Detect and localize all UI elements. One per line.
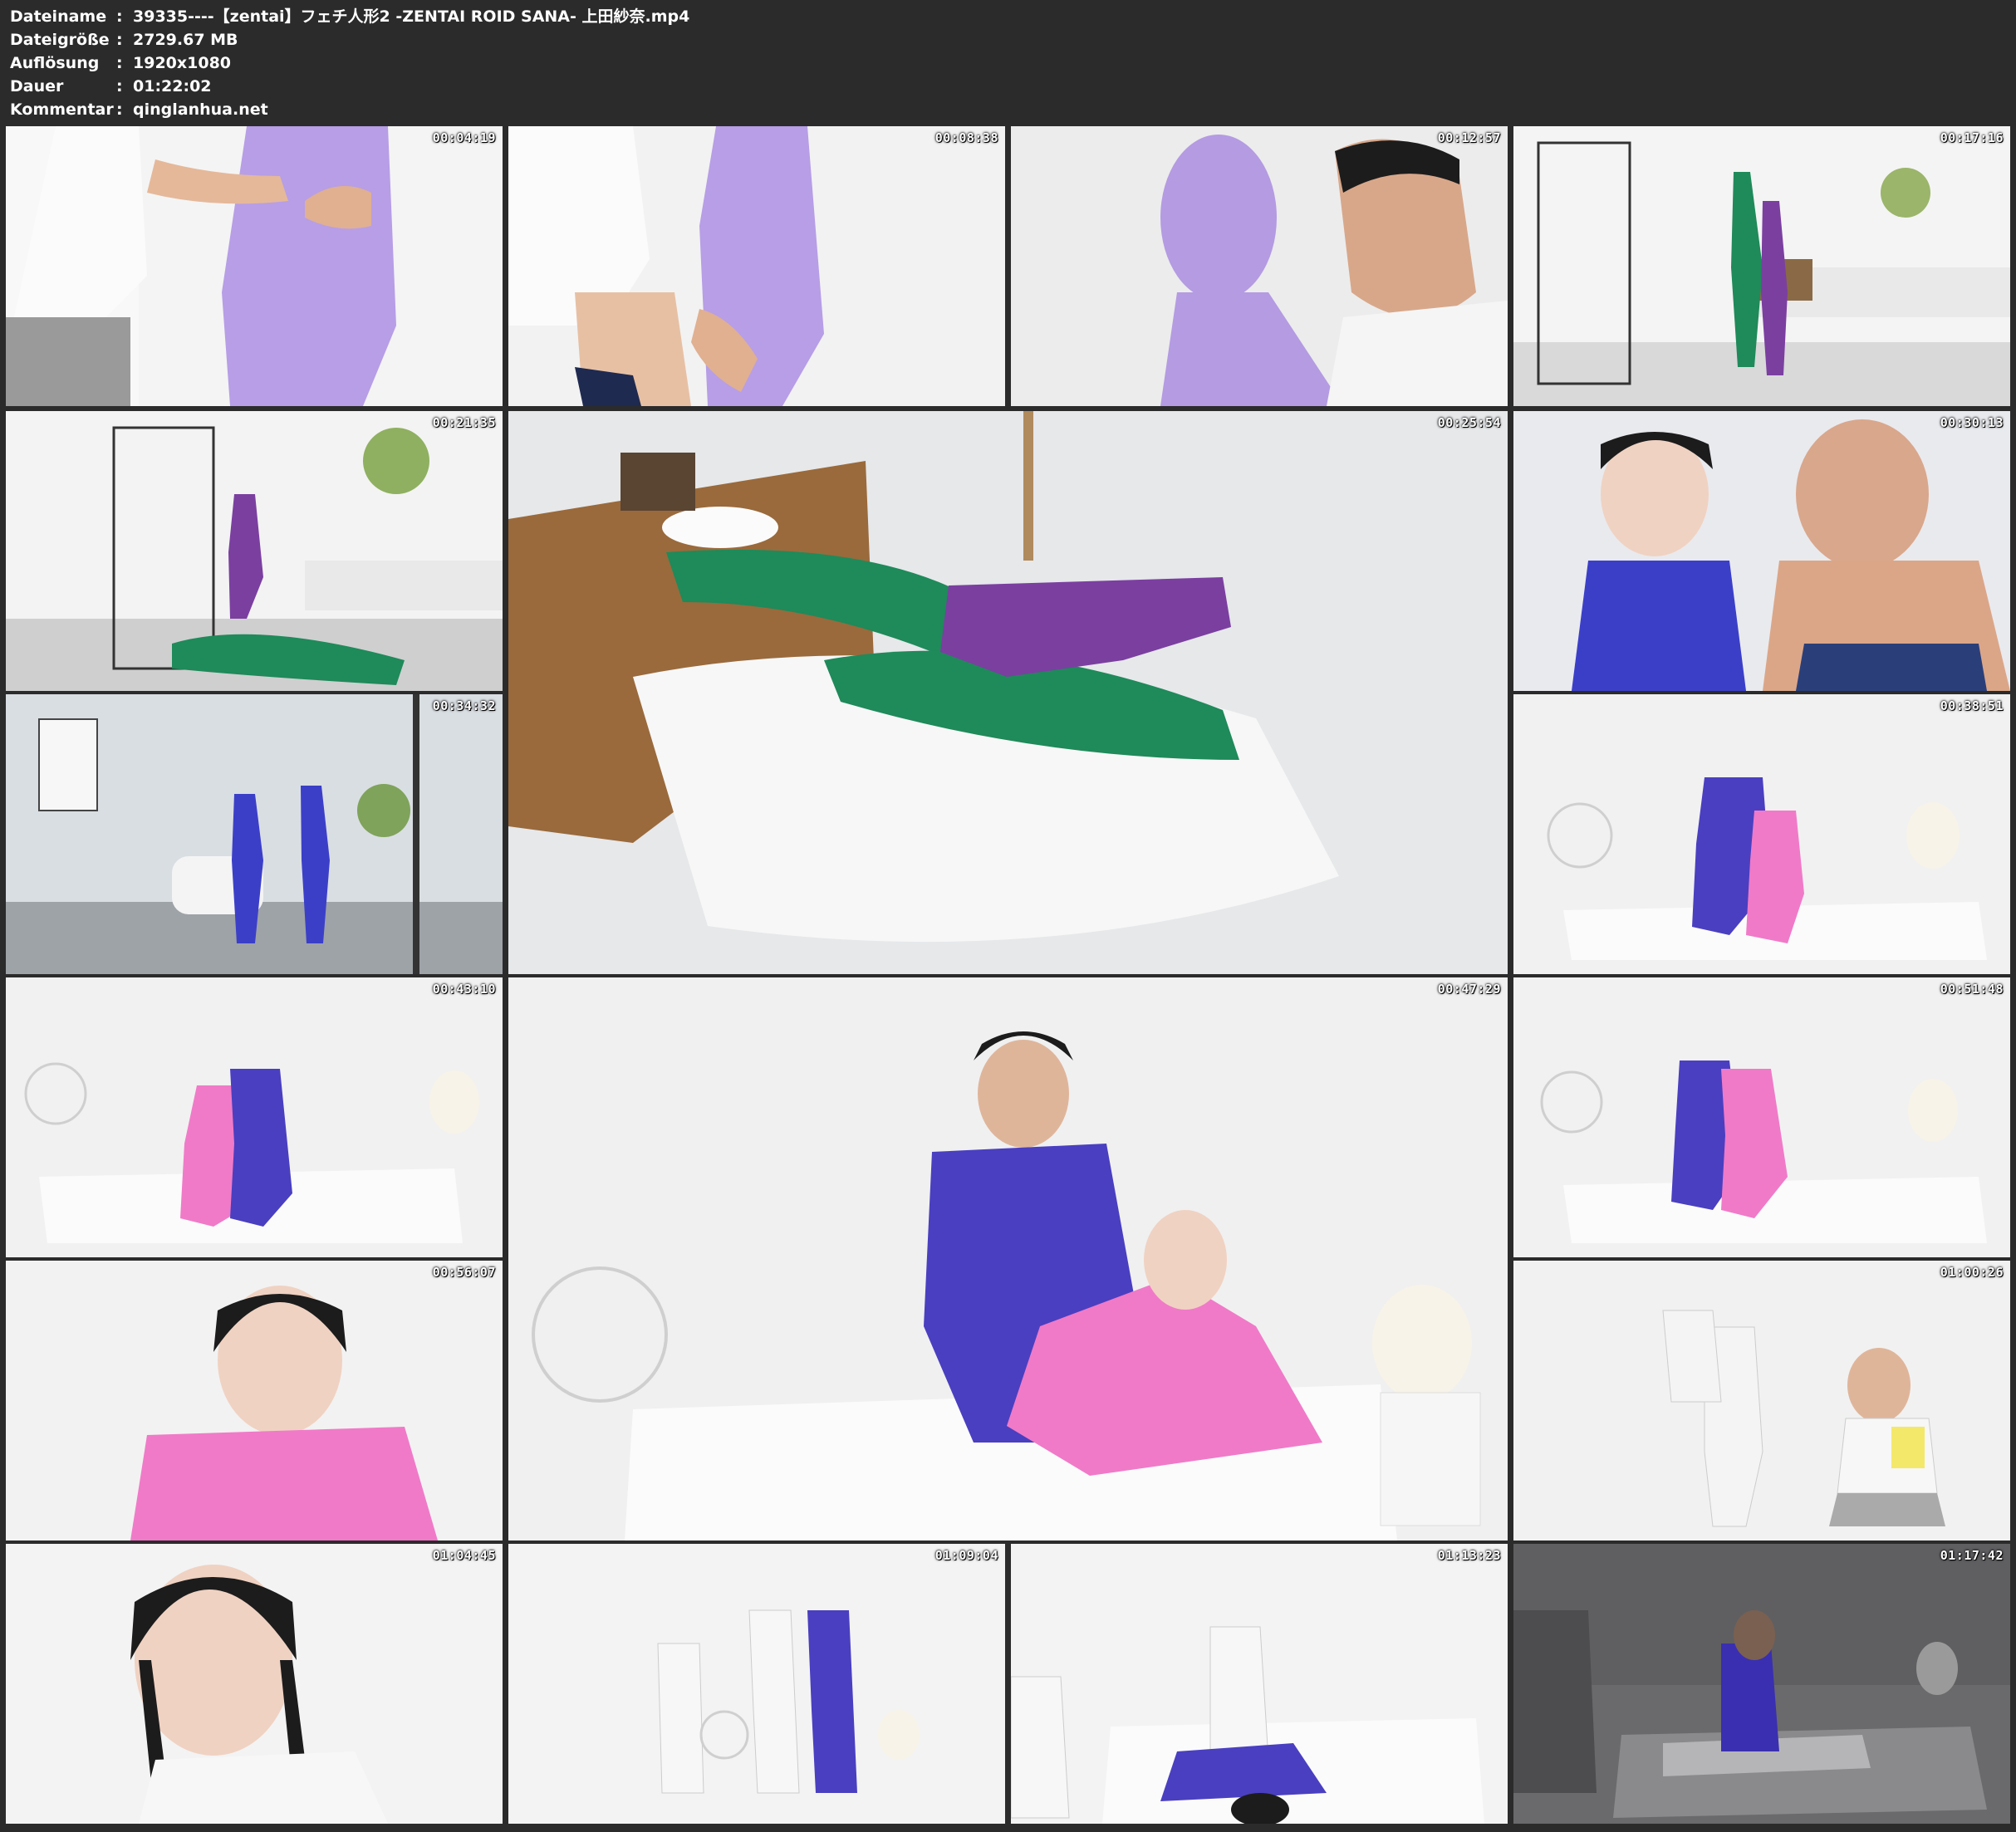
info-value: 01:22:02 — [133, 77, 212, 96]
thumbnail-scene — [1513, 126, 2010, 406]
timestamp-label: 00:30:13 — [1940, 415, 2004, 430]
thumbnail-1[interactable]: 00:04:19 — [6, 126, 503, 406]
info-separator: : — [116, 100, 123, 119]
thumbnail-scene — [508, 411, 1508, 974]
timestamp-label: 01:13:23 — [1437, 1548, 1501, 1563]
thumbnail-scene — [1011, 1544, 1508, 1824]
info-row-filename: Dateiname:39335----【zentai】フェチ人形2 -ZENTA… — [10, 5, 689, 28]
timestamp-label: 00:17:16 — [1940, 130, 2004, 145]
thumbnail-scene — [6, 977, 503, 1257]
thumbnail-scene — [1513, 1544, 2010, 1824]
thumbnail-scene — [6, 1544, 503, 1824]
thumbnail-scene — [6, 1261, 503, 1541]
thumbnail-5[interactable]: 00:21:35 — [6, 411, 503, 691]
thumbnail-scene — [1513, 411, 2010, 691]
thumbnail-18[interactable]: 01:17:42 — [1513, 1544, 2010, 1824]
thumbnail-7[interactable]: 00:30:13 — [1513, 411, 2010, 691]
thumbnail-11[interactable]: 00:47:29 — [508, 977, 1508, 1541]
thumbnail-9[interactable]: 00:38:51 — [1513, 694, 2010, 974]
thumbnail-grid: 00:04:19 00:08:38 00:12:57 00:17:16 00:2… — [0, 126, 2016, 1832]
info-label: Dateiname — [10, 7, 107, 26]
timestamp-label: 00:04:19 — [432, 130, 496, 145]
thumbnail-scene — [508, 126, 1005, 406]
timestamp-label: 01:09:04 — [934, 1548, 998, 1563]
thumbnail-scene — [6, 411, 503, 691]
thumbnail-scene — [1513, 977, 2010, 1257]
timestamp-label: 00:56:07 — [432, 1265, 496, 1280]
thumbnail-scene — [1513, 1261, 2010, 1541]
thumbnail-15[interactable]: 01:04:45 — [6, 1544, 503, 1824]
timestamp-label: 01:04:45 — [432, 1548, 496, 1563]
timestamp-label: 00:34:32 — [432, 698, 496, 713]
thumbnail-6[interactable]: 00:25:54 — [508, 411, 1508, 974]
info-label: Auflösung — [10, 54, 100, 72]
info-label: Kommentar — [10, 100, 114, 119]
thumbnail-scene — [1513, 694, 2010, 974]
info-separator: : — [116, 7, 123, 26]
timestamp-label: 01:17:42 — [1940, 1548, 2004, 1563]
info-label: Dauer — [10, 77, 64, 96]
info-row-duration: Dauer:01:22:02 — [10, 75, 212, 98]
thumbnail-13[interactable]: 00:56:07 — [6, 1261, 503, 1541]
info-row-resolution: Auflösung:1920x1080 — [10, 51, 231, 75]
info-row-comment: Kommentar: qinglanhua.net — [10, 98, 268, 121]
info-separator: : — [116, 31, 123, 49]
info-separator: : — [116, 54, 123, 72]
thumbnail-10[interactable]: 00:43:10 — [6, 977, 503, 1257]
timestamp-label: 01:00:26 — [1940, 1265, 2004, 1280]
thumbnail-12[interactable]: 00:51:48 — [1513, 977, 2010, 1257]
thumbnail-8[interactable]: 00:34:32 — [6, 694, 503, 974]
timestamp-label: 00:12:57 — [1437, 130, 1501, 145]
info-label: Dateigröße — [10, 31, 110, 49]
info-separator: : — [116, 77, 123, 96]
thumbnail-2[interactable]: 00:08:38 — [508, 126, 1005, 406]
thumbnail-scene — [1011, 126, 1508, 406]
thumbnail-16[interactable]: 01:09:04 — [508, 1544, 1005, 1824]
thumbnail-4[interactable]: 00:17:16 — [1513, 126, 2010, 406]
timestamp-label: 00:08:38 — [934, 130, 998, 145]
timestamp-label: 00:25:54 — [1437, 415, 1501, 430]
info-value: 2729.67 MB — [133, 31, 238, 49]
timestamp-label: 00:43:10 — [432, 982, 496, 997]
timestamp-label: 00:51:48 — [1940, 982, 2004, 997]
thumbnail-scene — [508, 1544, 1005, 1824]
thumbnail-scene — [508, 977, 1508, 1541]
thumbnail-14[interactable]: 01:00:26 — [1513, 1261, 2010, 1541]
thumbnail-17[interactable]: 01:13:23 — [1011, 1544, 1508, 1824]
info-value: 1920x1080 — [133, 54, 232, 72]
thumbnail-scene — [6, 126, 503, 406]
timestamp-label: 00:38:51 — [1940, 698, 2004, 713]
info-row-filesize: Dateigröße:2729.67 MB — [10, 28, 238, 51]
timestamp-label: 00:21:35 — [432, 415, 496, 430]
thumbnail-3[interactable]: 00:12:57 — [1011, 126, 1508, 406]
thumbnail-scene — [6, 694, 503, 974]
timestamp-label: 00:47:29 — [1437, 982, 1501, 997]
info-value: qinglanhua.net — [133, 100, 268, 119]
info-header: Dateiname:39335----【zentai】フェチ人形2 -ZENTA… — [0, 0, 2016, 126]
info-value: 39335----【zentai】フェチ人形2 -ZENTAI ROID SAN… — [133, 7, 690, 26]
